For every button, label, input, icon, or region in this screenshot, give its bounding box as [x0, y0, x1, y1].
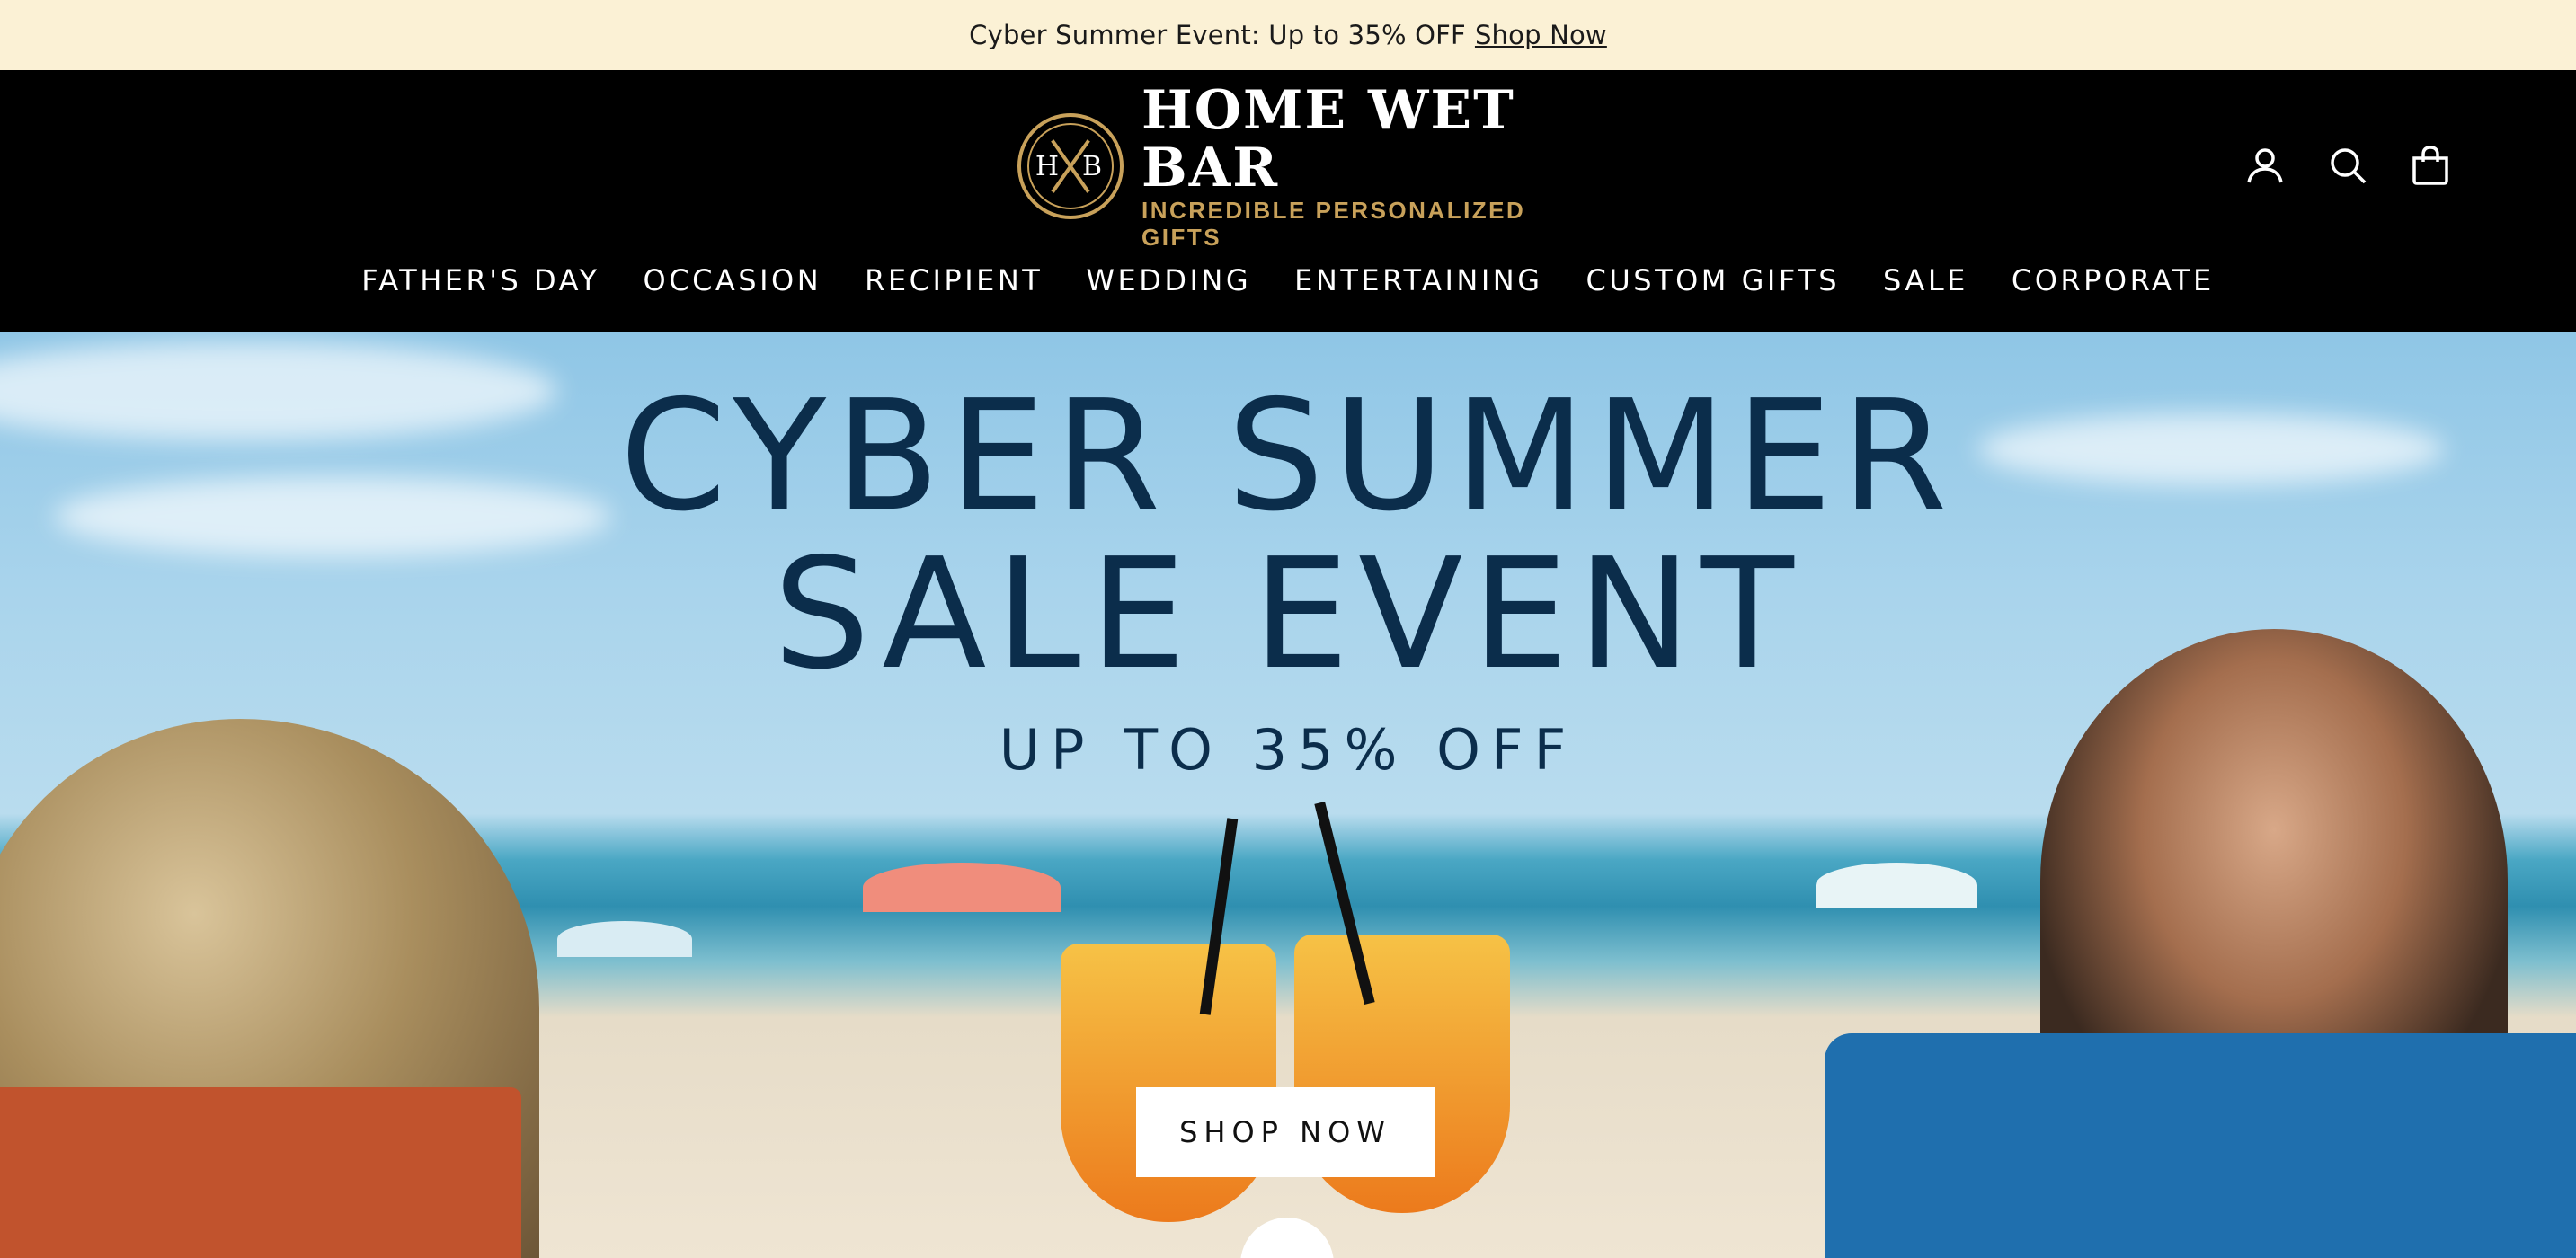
cart-bag-icon[interactable]	[2405, 140, 2456, 190]
logo-title: HOME WET BAR	[1141, 79, 1515, 199]
nav-item-recipient[interactable]: RECIPIENT	[865, 263, 1043, 297]
home-wet-bar-logo[interactable]: HB HOME WET BAR INCREDIBLE PERSONALIZED …	[1017, 82, 1548, 251]
nav-item-fathers-day[interactable]: FATHER'S DAY	[361, 263, 600, 297]
beach-umbrella-shape	[557, 921, 692, 957]
logo-text: HOME WET BAR INCREDIBLE PERSONALIZED GIF…	[1141, 82, 1548, 251]
nav-item-wedding[interactable]: WEDDING	[1086, 263, 1251, 297]
hero-title-line1: CYBER SUMMER	[619, 368, 1957, 545]
account-icon[interactable]	[2240, 140, 2290, 190]
logo-tagline: INCREDIBLE PERSONALIZED GIFTS	[1141, 197, 1526, 251]
announcement-shop-now-link[interactable]: Shop Now	[1475, 20, 1607, 50]
main-navigation: FATHER'S DAY OCCASION RECIPIENT WEDDING …	[0, 255, 2576, 306]
beach-umbrella-shape	[1816, 863, 1977, 908]
nav-item-occasion[interactable]: OCCASION	[644, 263, 822, 297]
beach-umbrella-shape	[863, 863, 1061, 912]
site-header: HB HOME WET BAR INCREDIBLE PERSONALIZED …	[0, 70, 2576, 332]
nav-item-sale[interactable]: SALE	[1883, 263, 1968, 297]
nav-item-entertaining[interactable]: ENTERTAINING	[1294, 263, 1542, 297]
header-icons	[2240, 140, 2456, 190]
hero-subtitle: UP TO 35% OFF	[999, 717, 1577, 783]
nav-item-corporate[interactable]: CORPORATE	[2012, 263, 2215, 297]
logo-monogram: HB	[1035, 150, 1126, 182]
nav-item-custom-gifts[interactable]: CUSTOM GIFTS	[1586, 263, 1840, 297]
hero-title-line2: SALE EVENT	[773, 526, 1803, 704]
logo-emblem: HB	[1017, 113, 1124, 219]
shop-now-button[interactable]: SHOP NOW	[1136, 1087, 1435, 1177]
blue-chair-shape	[1825, 1033, 2576, 1258]
cocktail-glass-shape	[1061, 944, 1276, 1222]
search-icon[interactable]	[2323, 140, 2373, 190]
announcement-text: Cyber Summer Event: Up to 35% OFF	[969, 20, 1466, 50]
hero-banner[interactable]: CYBER SUMMER SALE EVENT UP TO 35% OFF SH…	[0, 332, 2576, 1258]
announcement-bar: Cyber Summer Event: Up to 35% OFF Shop N…	[0, 0, 2576, 70]
orange-chair-shape	[0, 1087, 521, 1258]
scroll-down-button[interactable]	[1240, 1218, 1334, 1258]
